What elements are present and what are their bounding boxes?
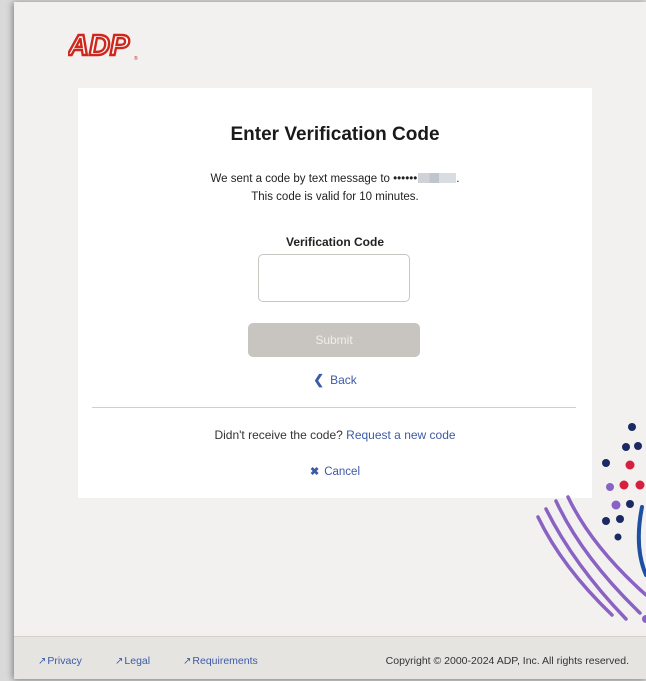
page-title: Enter Verification Code bbox=[230, 124, 440, 145]
legal-link[interactable]: ↗Legal bbox=[115, 655, 150, 667]
adp-logo: ADP ® bbox=[68, 29, 138, 63]
masked-phone-number: •••••• bbox=[393, 173, 418, 185]
login-window: ADP ® Enter Verification Code We sent a … bbox=[14, 2, 646, 679]
back-link[interactable]: ❮ Back bbox=[78, 372, 592, 388]
external-link-icon: ↗ bbox=[115, 656, 124, 667]
footer: ↗Privacy ↗Legal ↗Requirements Copyright … bbox=[14, 636, 646, 679]
svg-text:®: ® bbox=[134, 55, 138, 62]
redacted-phone-digits bbox=[418, 173, 457, 183]
close-icon: ✖ bbox=[309, 466, 320, 478]
decorative-dots-graphic bbox=[536, 423, 646, 623]
resend-prompt: Didn't receive the code? bbox=[214, 428, 343, 442]
sent-message-text: We sent a code by text message to bbox=[210, 173, 394, 185]
copyright-text: Copyright © 2000-2024 ADP, Inc. All righ… bbox=[385, 655, 629, 667]
submit-button[interactable]: Submit bbox=[248, 323, 420, 357]
external-link-icon: ↗ bbox=[38, 656, 47, 667]
validity-message: This code is valid for 10 minutes. bbox=[251, 191, 419, 203]
divider bbox=[92, 407, 576, 408]
privacy-link[interactable]: ↗Privacy bbox=[38, 655, 82, 667]
verification-code-label: Verification Code bbox=[285, 235, 385, 249]
requirements-link[interactable]: ↗Requirements bbox=[183, 655, 258, 667]
cancel-label: Cancel bbox=[324, 466, 361, 478]
sent-message: We sent a code by text message to ••••••… bbox=[210, 173, 460, 185]
verification-code-input[interactable] bbox=[258, 254, 410, 302]
chevron-left-icon: ❮ bbox=[313, 372, 325, 387]
verification-card: Enter Verification Code We sent a code b… bbox=[78, 88, 592, 498]
adp-logo-text: ADP bbox=[68, 30, 130, 62]
request-new-code-link[interactable]: Request a new code bbox=[346, 428, 455, 442]
back-label: Back bbox=[330, 373, 357, 387]
resend-row: Didn't receive the code? Request a new c… bbox=[78, 428, 592, 442]
external-link-icon: ↗ bbox=[183, 656, 192, 667]
cancel-link[interactable]: ✖ Cancel bbox=[78, 465, 592, 478]
